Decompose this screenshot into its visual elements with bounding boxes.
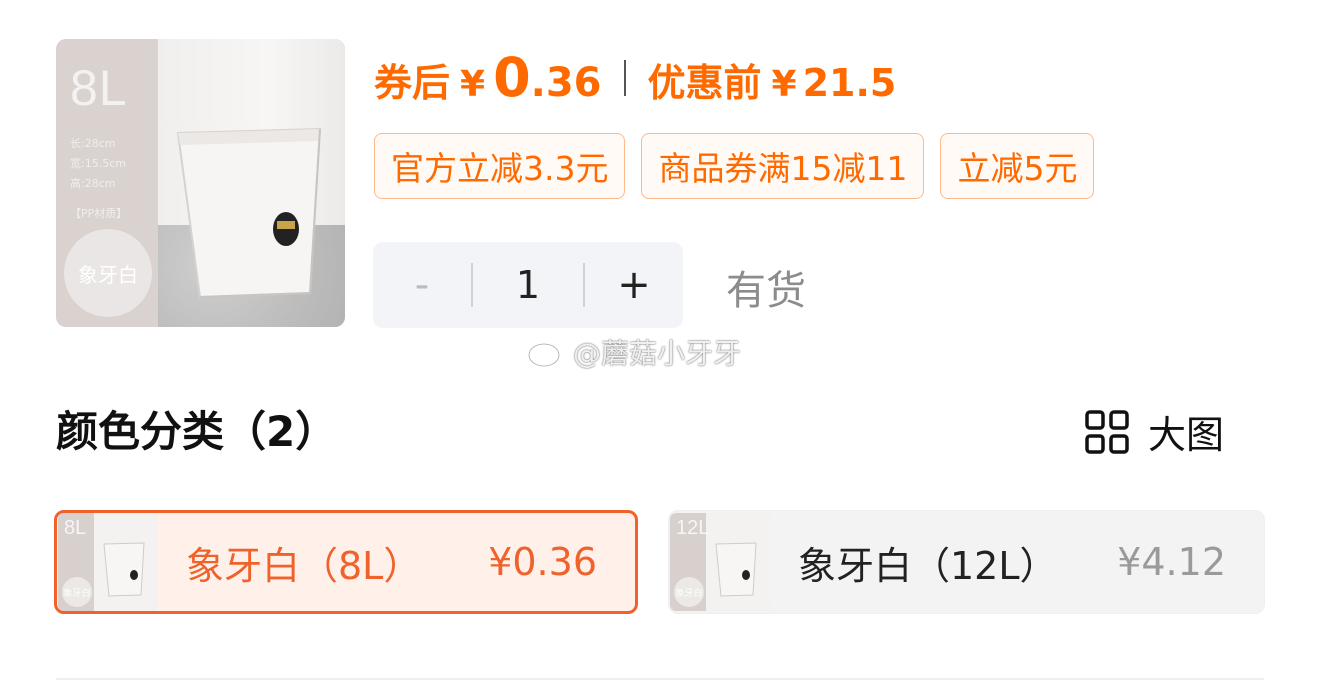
thumbnail-size: 8L — [64, 517, 87, 539]
trash-bin-illustration — [715, 542, 757, 597]
after-coupon-label: 券后 — [374, 61, 451, 105]
watermark-text: @蘑菇小牙牙 — [573, 337, 742, 370]
option-price: ¥0.36 — [488, 540, 597, 584]
thumbnail-color-badge: 象牙白 — [674, 577, 704, 607]
image-spec-height: 高:28cm — [70, 177, 116, 190]
coupon-list: 官方立减3.3元 商品券满15减11 立减5元 — [374, 133, 1095, 199]
option-name: 象牙白（8L） — [186, 543, 422, 588]
coupon-instant-discount[interactable]: 立减5元 — [940, 133, 1095, 199]
after-coupon-price-dec: .36 — [530, 60, 602, 106]
trash-bin-illustration — [103, 542, 145, 597]
option-thumbnail: 12L 象牙白 — [670, 513, 770, 611]
grid-icon — [1085, 409, 1129, 454]
option-thumbnail: 8L 象牙白 — [58, 513, 158, 611]
decrease-button[interactable]: - — [373, 262, 471, 308]
before-discount-price: 21.5 — [802, 61, 897, 105]
thumbnail-size: 12L — [676, 517, 710, 539]
coupon-product-voucher[interactable]: 商品券满15减11 — [641, 133, 925, 199]
thumbnail-color-label: 象牙白 — [63, 588, 91, 599]
image-spec-width: 宽:15.5cm — [70, 157, 126, 170]
option-name: 象牙白（12L） — [798, 543, 1058, 588]
color-category-title: 颜色分类（2） — [56, 407, 338, 456]
watermark: @蘑菇小牙牙 — [527, 332, 741, 372]
quantity-stepper: - 1 + — [373, 242, 683, 328]
image-color-badge: 象牙白 — [64, 229, 152, 317]
coupon-official-discount[interactable]: 官方立减3.3元 — [374, 133, 626, 199]
image-spec-length: 长:28cm — [70, 137, 116, 150]
big-view-label: 大图 — [1148, 413, 1225, 457]
price-divider — [623, 60, 626, 96]
trash-bin-illustration — [176, 127, 322, 299]
image-size-text: 8L — [70, 60, 128, 116]
big-view-toggle[interactable]: 大图 — [1084, 404, 1224, 459]
bottom-divider — [56, 678, 1264, 680]
before-discount-label: 优惠前 — [647, 61, 762, 105]
option-price: ¥4.12 — [1117, 540, 1226, 584]
before-discount-currency: ¥ — [771, 64, 797, 105]
after-coupon-price-int: 0 — [493, 46, 531, 109]
price-row: 券后 ¥ 0 .36 优惠前 ¥ 21.5 — [374, 46, 896, 110]
thumbnail-color-label: 象牙白 — [675, 588, 703, 599]
thumbnail-color-badge: 象牙白 — [62, 577, 92, 607]
color-option-8l[interactable]: 8L 象牙白 象牙白（8L） ¥0.36 — [54, 510, 638, 614]
after-coupon-currency: ¥ — [460, 64, 486, 105]
image-spec-material: 【PP材质】 — [70, 207, 128, 220]
color-option-12l[interactable]: 12L 象牙白 象牙白（12L） ¥4.12 — [668, 510, 1265, 614]
increase-button[interactable]: + — [585, 262, 683, 308]
weibo-icon — [528, 339, 566, 367]
stock-status: 有货 — [726, 268, 806, 314]
image-color-label: 象牙白 — [78, 262, 138, 287]
product-image[interactable]: 8L 长:28cm 宽:15.5cm 高:28cm 【PP材质】 象牙白 — [56, 39, 345, 327]
quantity-value[interactable]: 1 — [473, 263, 583, 307]
